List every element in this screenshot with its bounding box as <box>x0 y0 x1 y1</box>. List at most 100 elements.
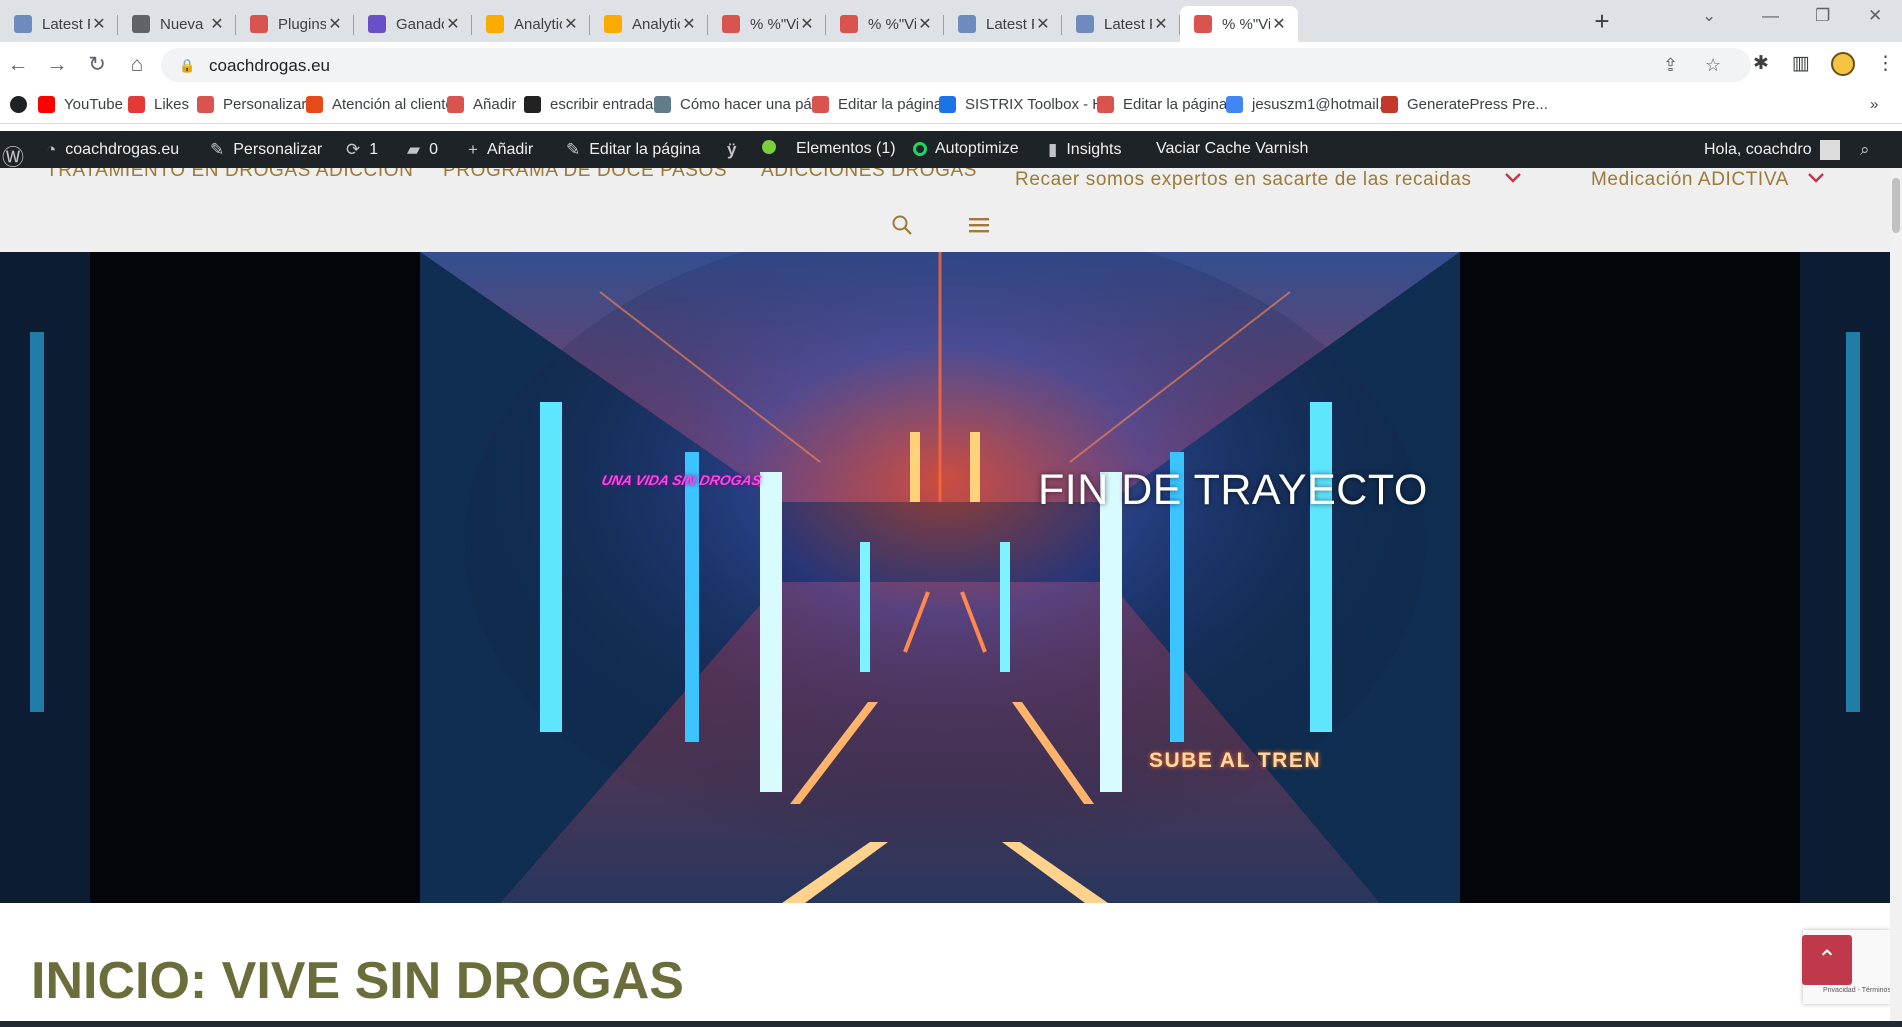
admin-elements-link[interactable]: Elementos (1) <box>796 140 896 158</box>
page-scrollbar[interactable] <box>1890 168 1902 1021</box>
back-icon[interactable]: ← <box>5 52 31 78</box>
profile-avatar[interactable] <box>1831 52 1855 76</box>
address-bar[interactable]: 🔒 coachdrogas.eu ⇪ ☆ <box>161 48 1751 82</box>
close-tab-icon[interactable]: ✕ <box>916 14 934 34</box>
chevron-up-icon: ⌃ <box>1816 946 1838 973</box>
bookmark-item[interactable]: Cómo hacer una pá... <box>654 96 824 113</box>
close-tab-icon[interactable]: ✕ <box>798 14 816 34</box>
bookmark-label: escribir entradas <box>550 96 661 113</box>
browser-tab[interactable]: Ganador✕ <box>354 6 472 42</box>
gt-favicon <box>958 15 976 33</box>
search-icon[interactable] <box>891 214 913 236</box>
recaptcha-terms[interactable]: Privacidad - Términos <box>1823 987 1891 994</box>
tab-title: Latest Per <box>986 15 1034 33</box>
extensions-icon[interactable]: ✱ <box>1753 52 1769 75</box>
ganador-favicon <box>368 15 386 33</box>
nav-item-recaer[interactable]: Recaer somos expertos en sacarte de las … <box>1015 169 1472 191</box>
browser-tab[interactable]: % %"Vivi✕ <box>826 6 944 42</box>
bookmark-item[interactable]: Likes <box>128 96 189 113</box>
browser-window: Latest Per✕Nueva pe✕Plugins «✕Ganador✕An… <box>0 0 1902 1027</box>
hero-title: FIN DE TRAYECTO <box>1038 466 1428 514</box>
site-favicon <box>840 15 858 33</box>
reload-icon[interactable]: ↻ <box>84 52 110 78</box>
bookmarks-overflow-button[interactable]: » <box>1870 96 1878 113</box>
nav-item-medicacion[interactable]: Medicación ADICTIVA <box>1591 169 1789 191</box>
share-icon[interactable]: ⇪ <box>1663 55 1678 76</box>
close-tab-icon[interactable]: ✕ <box>1034 14 1052 34</box>
page-content: INICIO: VIVE SIN DROGAS <box>0 903 1890 1021</box>
nav-item-adicciones[interactable]: ADICCIONES DROGAS <box>761 168 977 182</box>
bookmark-item[interactable]: SISTRIX Toolbox - H... <box>939 96 1116 113</box>
admin-comments-link[interactable]: ▰ 0 <box>407 140 438 160</box>
home-icon[interactable]: ⌂ <box>124 52 150 78</box>
tab-title: Latest Per <box>1104 15 1152 33</box>
browser-tab[interactable]: Analytics✕ <box>590 6 708 42</box>
bookmark-item[interactable]: Personalizar <box>197 96 306 113</box>
bookmark-item[interactable]: escribir entradas <box>524 96 661 113</box>
bookmark-item[interactable]: jesuszm1@hotmail.... <box>1226 96 1396 113</box>
admin-account-link[interactable]: Hola, coachdro <box>1704 140 1840 160</box>
browser-tab[interactable]: Nueva pe✕ <box>118 6 236 42</box>
restore-icon[interactable]: ❐ <box>1815 6 1830 26</box>
bookmark-item[interactable]: Añadir <box>447 96 516 113</box>
browser-tab[interactable]: Latest Per✕ <box>1062 6 1180 42</box>
url-text[interactable]: coachdrogas.eu <box>209 56 330 76</box>
new-tab-button[interactable]: + <box>1587 6 1617 36</box>
menu-kebab-icon[interactable]: ⋮ <box>1876 52 1895 75</box>
admin-updates-link[interactable]: ⟳ 1 <box>346 140 378 160</box>
admin-varnish-link[interactable]: Vaciar Cache Varnish <box>1156 140 1308 158</box>
gt-favicon <box>1076 15 1094 33</box>
browser-tab[interactable]: % %"Vivi✕ <box>1180 6 1298 42</box>
bookmark-item[interactable]: GeneratePress Pre... <box>1381 96 1548 113</box>
taskbar-edge <box>0 1021 1902 1027</box>
browser-tab[interactable]: Latest Per✕ <box>944 6 1062 42</box>
admin-autoptimize-link[interactable]: Autoptimize <box>913 140 1019 158</box>
close-window-icon[interactable]: ✕ <box>1868 6 1882 26</box>
browser-tab[interactable]: % %"Vivi✕ <box>708 6 826 42</box>
admin-edit-page-link[interactable]: ✎ Editar la página <box>566 140 700 160</box>
chevron-down-icon[interactable] <box>1504 169 1522 187</box>
chevron-down-icon[interactable] <box>1807 169 1825 187</box>
tab-search-icon[interactable]: ⌄ <box>1702 6 1716 26</box>
hero-cta[interactable]: SUBE AL TREN <box>1149 749 1321 773</box>
minimize-icon[interactable]: — <box>1762 6 1779 26</box>
close-tab-icon[interactable]: ✕ <box>1152 14 1170 34</box>
apps-icon[interactable] <box>10 96 36 113</box>
admin-customize-link[interactable]: ✎ Personalizar <box>210 140 322 160</box>
browser-tab[interactable]: Latest Per✕ <box>0 6 118 42</box>
close-tab-icon[interactable]: ✕ <box>208 14 226 34</box>
tab-title: Analytics <box>632 15 680 33</box>
browser-tab[interactable]: Plugins «✕ <box>236 6 354 42</box>
bookmark-label: Cómo hacer una pá... <box>680 96 825 113</box>
hamburger-menu-icon[interactable] <box>968 216 990 234</box>
bookmark-item[interactable]: Atención al cliente <box>306 96 454 113</box>
scrollbar-thumb[interactable] <box>1892 178 1900 233</box>
side-panel-icon[interactable]: ▥ <box>1792 52 1810 75</box>
bookmark-star-icon[interactable]: ☆ <box>1705 55 1721 76</box>
page-icon <box>654 96 671 113</box>
close-tab-icon[interactable]: ✕ <box>444 14 462 34</box>
admin-search-icon[interactable]: ⌕ <box>1860 140 1879 160</box>
browser-toolbar: ← → ↻ ⌂ 🔒 coachdrogas.eu ⇪ ☆ <box>0 42 1902 88</box>
brush-icon: ✎ <box>210 140 225 159</box>
bookmark-item[interactable]: Editar la página <box>1097 96 1227 113</box>
bookmark-label: jesuszm1@hotmail.... <box>1252 96 1396 113</box>
close-tab-icon[interactable]: ✕ <box>1270 14 1288 34</box>
admin-add-new-link[interactable]: + Añadir <box>468 140 533 160</box>
bookmark-item[interactable]: YouTube <box>38 96 123 113</box>
close-tab-icon[interactable]: ✕ <box>326 14 344 34</box>
n-icon <box>128 96 145 113</box>
admin-site-link[interactable]: ◔ coachdrogas.eu <box>46 140 179 160</box>
close-tab-icon[interactable]: ✕ <box>562 14 580 34</box>
close-tab-icon[interactable]: ✕ <box>680 14 698 34</box>
nav-item-programa[interactable]: PROGRAMA DE DOCE PASOS <box>443 168 727 182</box>
yoast-icon[interactable]: ÿ <box>727 140 745 160</box>
admin-insights-link[interactable]: ▮ Insights <box>1048 140 1122 160</box>
close-tab-icon[interactable]: ✕ <box>90 14 108 34</box>
bookmark-label: Likes <box>154 96 190 113</box>
scroll-to-top-button[interactable]: ⌃ <box>1802 935 1852 985</box>
browser-tab[interactable]: Analytics✕ <box>472 6 590 42</box>
bookmark-item[interactable]: Editar la página <box>812 96 942 113</box>
forward-icon[interactable]: → <box>44 52 70 78</box>
nav-item-tratamiento[interactable]: TRATAMIENTO EN DROGAS ADICCION <box>46 168 413 182</box>
